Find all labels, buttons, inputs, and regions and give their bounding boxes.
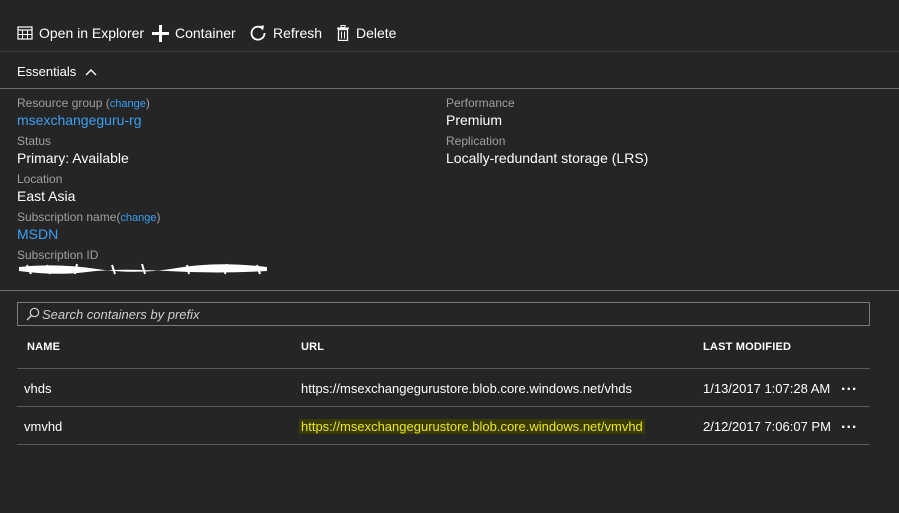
essentials-title: Essentials xyxy=(17,64,77,79)
row-divider xyxy=(17,444,870,445)
replication-label: Replication xyxy=(446,134,506,148)
location-value: East Asia xyxy=(17,188,76,204)
open-in-explorer-label: Open in Explorer xyxy=(39,25,145,41)
replication-value: Locally-redundant storage (LRS) xyxy=(446,150,649,166)
table-header-divider xyxy=(17,368,870,369)
container-url: https://msexchangegurustore.blob.core.wi… xyxy=(299,419,645,434)
open-in-explorer-button[interactable]: Open in Explorer xyxy=(17,22,144,44)
container-last-modified: 1/13/2017 1:07:28 AM xyxy=(703,381,831,396)
chevron-up-icon xyxy=(85,68,97,75)
subscription-name-label: Subscription name(change) xyxy=(17,210,161,224)
plus-icon xyxy=(152,24,169,42)
subscription-change-link[interactable]: change xyxy=(120,212,156,224)
essentials-toggle[interactable]: Essentials xyxy=(17,64,97,79)
delete-button[interactable]: Delete xyxy=(336,22,396,44)
search-icon xyxy=(26,307,40,321)
column-header-last-modified[interactable]: LAST MODIFIED xyxy=(703,341,791,353)
refresh-icon xyxy=(250,25,266,41)
trash-icon xyxy=(337,25,349,41)
search-input[interactable] xyxy=(42,305,842,323)
resource-group-value[interactable]: msexchangeguru-rg xyxy=(17,112,142,128)
performance-label: Performance xyxy=(446,96,515,110)
row-divider xyxy=(17,406,870,407)
resource-group-change-link[interactable]: change xyxy=(110,98,146,110)
container-name[interactable]: vhds xyxy=(24,381,51,396)
container-last-modified: 2/12/2017 7:06:07 PM xyxy=(703,419,831,434)
refresh-button[interactable]: Refresh xyxy=(249,22,322,44)
status-value: Primary: Available xyxy=(17,150,129,166)
row-more-menu-button[interactable]: ... xyxy=(841,415,857,433)
subscription-id-label: Subscription ID xyxy=(17,248,99,262)
location-label: Location xyxy=(17,172,63,186)
container-url-highlighted: https://msexchangegurustore.blob.core.wi… xyxy=(299,419,645,434)
refresh-label: Refresh xyxy=(273,25,323,41)
container-url: https://msexchangegurustore.blob.core.wi… xyxy=(301,381,632,396)
subscription-name-label-text: Subscription name xyxy=(17,210,117,224)
open-in-explorer-icon xyxy=(17,26,33,40)
resource-group-label-text: Resource group xyxy=(17,96,103,110)
subscription-id-redacted xyxy=(19,263,267,275)
column-header-name[interactable]: NAME xyxy=(27,341,60,353)
subscription-name-value[interactable]: MSDN xyxy=(17,226,58,242)
row-more-menu-button[interactable]: ... xyxy=(841,377,857,395)
performance-value: Premium xyxy=(446,112,503,128)
container-name[interactable]: vmvhd xyxy=(24,419,62,434)
resource-group-label: Resource group (change) xyxy=(17,96,150,110)
command-bar: Open in Explorer Container Refresh Delet… xyxy=(0,0,899,52)
essentials-section-header: Essentials xyxy=(0,52,899,89)
search-box[interactable] xyxy=(17,302,870,326)
delete-label: Delete xyxy=(356,25,397,41)
container-label: Container xyxy=(175,25,236,41)
add-container-button[interactable]: Container xyxy=(152,22,236,44)
column-header-url[interactable]: URL xyxy=(301,341,324,353)
essentials-divider xyxy=(0,290,899,291)
status-label: Status xyxy=(17,134,52,148)
